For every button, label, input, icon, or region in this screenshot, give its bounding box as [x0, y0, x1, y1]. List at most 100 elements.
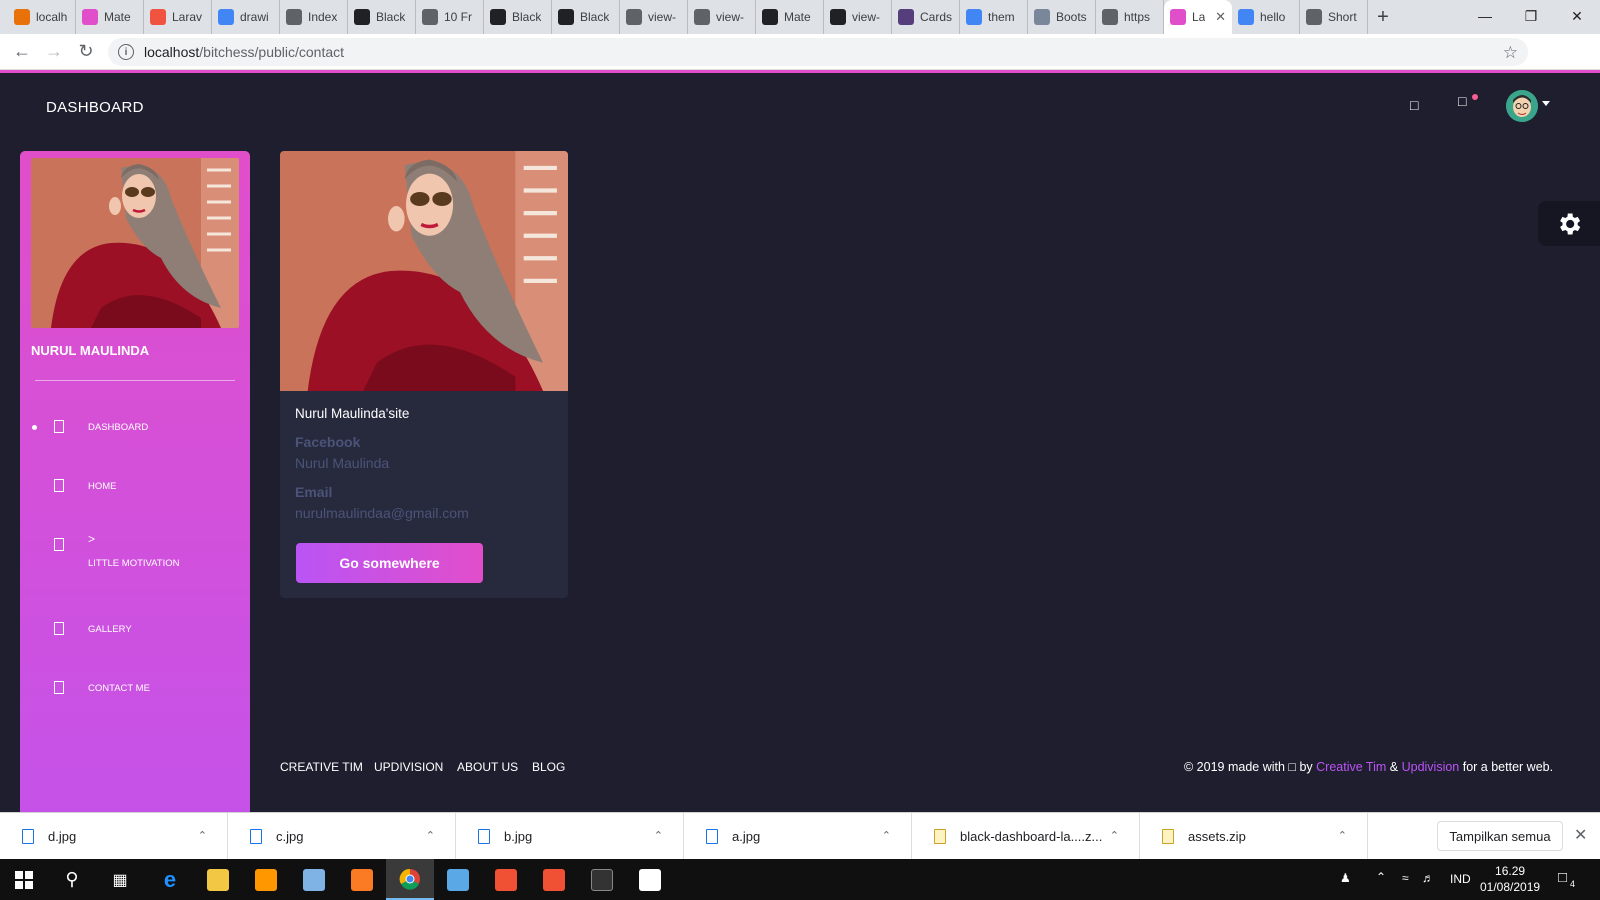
- sidebar-item-gallery[interactable]: GALLERY: [20, 614, 250, 644]
- xampp-icon[interactable]: [338, 859, 386, 900]
- clock[interactable]: 16.29 01/08/2019: [1480, 863, 1540, 895]
- active-indicator-dot: [32, 425, 37, 430]
- download-item[interactable]: c.jpg ⌃: [228, 813, 456, 860]
- show-all-downloads-button[interactable]: Tampilkan semua: [1437, 821, 1563, 851]
- reload-icon[interactable]: ↻: [70, 36, 102, 68]
- updivision-link[interactable]: Updivision: [1402, 760, 1460, 774]
- sidebar-item-home[interactable]: HOME: [20, 471, 250, 501]
- chevron-up-icon[interactable]: ⌃: [882, 829, 891, 842]
- volume-icon[interactable]: ♬: [1422, 871, 1434, 885]
- forward-arrow-icon[interactable]: →: [38, 36, 70, 68]
- footer-link-updivision[interactable]: UPDIVISION: [374, 760, 443, 774]
- start-button[interactable]: [0, 859, 48, 900]
- tab-label: view-: [648, 10, 677, 24]
- tab-label: Short: [1328, 10, 1357, 24]
- address-bar[interactable]: i localhost/bitchess/public/contact ☆: [108, 38, 1528, 66]
- browser-tab[interactable]: localh: [8, 0, 76, 34]
- back-arrow-icon[interactable]: ←: [6, 36, 38, 68]
- avatar-dropdown-caret[interactable]: [1542, 101, 1550, 106]
- chevron-up-icon[interactable]: ⌃: [426, 829, 435, 842]
- chevron-up-icon[interactable]: ⌃: [1376, 870, 1386, 884]
- browser-tab[interactable]: 10 Fr: [416, 0, 484, 34]
- git-icon[interactable]: [482, 859, 530, 900]
- terminal-icon[interactable]: [578, 859, 626, 900]
- browser-tab[interactable]: Larav: [144, 0, 212, 34]
- info-icon[interactable]: i: [118, 44, 134, 60]
- navbar-brand[interactable]: DASHBOARD: [46, 99, 144, 116]
- chrome-icon[interactable]: [386, 859, 434, 900]
- action-center-icon[interactable]: □: [1558, 869, 1567, 886]
- browser-tab[interactable]: La ✕: [1164, 0, 1232, 34]
- edge-icon[interactable]: e: [146, 859, 194, 900]
- new-tab-button[interactable]: +: [1368, 0, 1398, 34]
- search-icon[interactable]: □: [1410, 97, 1418, 113]
- browser-tab[interactable]: Boots: [1028, 0, 1096, 34]
- people-icon[interactable]: ♟: [1340, 871, 1351, 885]
- language-indicator[interactable]: IND: [1450, 872, 1471, 886]
- file-explorer-icon[interactable]: [194, 859, 242, 900]
- tab-favicon-icon: [830, 9, 846, 25]
- window-controls: — ❐ ✕: [1462, 0, 1600, 32]
- chrome-logo-icon: [399, 868, 420, 890]
- tab-label: 10 Fr: [444, 10, 473, 24]
- download-item[interactable]: a.jpg ⌃: [684, 813, 912, 860]
- close-tab-icon[interactable]: ✕: [1215, 9, 1226, 25]
- browser-tab[interactable]: view-: [688, 0, 756, 34]
- minimize-button[interactable]: —: [1462, 0, 1508, 32]
- settings-toggle[interactable]: [1538, 201, 1600, 246]
- sidebar-item-little-motivation[interactable]: > LITTLE MOTIVATION: [20, 530, 250, 580]
- bookmark-star-icon[interactable]: ☆: [1503, 43, 1518, 63]
- task-view-icon[interactable]: ▦: [96, 859, 144, 900]
- search-icon[interactable]: ⚲: [48, 859, 96, 900]
- chevron-up-icon[interactable]: ⌃: [198, 829, 207, 842]
- app-icon[interactable]: [290, 859, 338, 900]
- browser-tab[interactable]: view-: [620, 0, 688, 34]
- wifi-icon[interactable]: ≈: [1402, 871, 1409, 885]
- browser-tab[interactable]: drawi: [212, 0, 280, 34]
- app-icon[interactable]: [434, 859, 482, 900]
- browser-tab[interactable]: view-: [824, 0, 892, 34]
- tab-label: Mate: [104, 10, 131, 24]
- browser-tab[interactable]: Black: [484, 0, 552, 34]
- chevron-up-icon[interactable]: ⌃: [1338, 829, 1347, 842]
- chevron-up-icon[interactable]: ⌃: [654, 829, 663, 842]
- tab-favicon-icon: [1238, 9, 1254, 25]
- go-somewhere-button[interactable]: Go somewhere: [296, 543, 483, 583]
- sidebar: NURUL MAULINDA DASHBOARD HOME > LITTLE M…: [20, 151, 250, 812]
- browser-tab[interactable]: Mate: [76, 0, 144, 34]
- avatar[interactable]: [1506, 90, 1538, 122]
- git-icon[interactable]: [530, 859, 578, 900]
- close-window-button[interactable]: ✕: [1554, 0, 1600, 32]
- footer-link-blog[interactable]: BLOG: [532, 760, 565, 774]
- chevron-up-icon[interactable]: ⌃: [1110, 829, 1119, 842]
- clock-date: 01/08/2019: [1480, 880, 1541, 894]
- tab-label: Black: [512, 10, 542, 24]
- photos-icon[interactable]: [626, 859, 674, 900]
- notification-icon[interactable]: □: [1458, 93, 1466, 109]
- browser-tab[interactable]: Index: [280, 0, 348, 34]
- browser-tab[interactable]: Mate: [756, 0, 824, 34]
- download-filename: b.jpg: [504, 829, 533, 844]
- download-item[interactable]: assets.zip ⌃: [1140, 813, 1368, 860]
- browser-tab[interactable]: Cards: [892, 0, 960, 34]
- maximize-button[interactable]: ❐: [1508, 0, 1554, 32]
- browser-tab[interactable]: Black: [552, 0, 620, 34]
- tab-label: Mate: [784, 10, 811, 24]
- download-item[interactable]: black-dashboard-la....z... ⌃: [912, 813, 1140, 860]
- footer-copyright: © 2019 made with □ by Creative Tim & Upd…: [1184, 760, 1553, 774]
- browser-tab[interactable]: https: [1096, 0, 1164, 34]
- tab-favicon-icon: [558, 9, 574, 25]
- close-icon[interactable]: ✕: [1574, 825, 1587, 845]
- browser-tab[interactable]: Black: [348, 0, 416, 34]
- sidebar-item-dashboard[interactable]: DASHBOARD: [20, 412, 250, 442]
- browser-tab[interactable]: Short: [1300, 0, 1368, 34]
- browser-tab[interactable]: hello: [1232, 0, 1300, 34]
- sidebar-item-contact-me[interactable]: CONTACT ME: [20, 673, 250, 703]
- sublime-text-icon[interactable]: [242, 859, 290, 900]
- download-item[interactable]: b.jpg ⌃: [456, 813, 684, 860]
- creative-tim-link[interactable]: Creative Tim: [1316, 760, 1386, 774]
- footer-link-about-us[interactable]: ABOUT US: [457, 760, 518, 774]
- download-item[interactable]: d.jpg ⌃: [0, 813, 228, 860]
- browser-tab[interactable]: them: [960, 0, 1028, 34]
- footer-link-creative-tim[interactable]: CREATIVE TIM: [280, 760, 363, 774]
